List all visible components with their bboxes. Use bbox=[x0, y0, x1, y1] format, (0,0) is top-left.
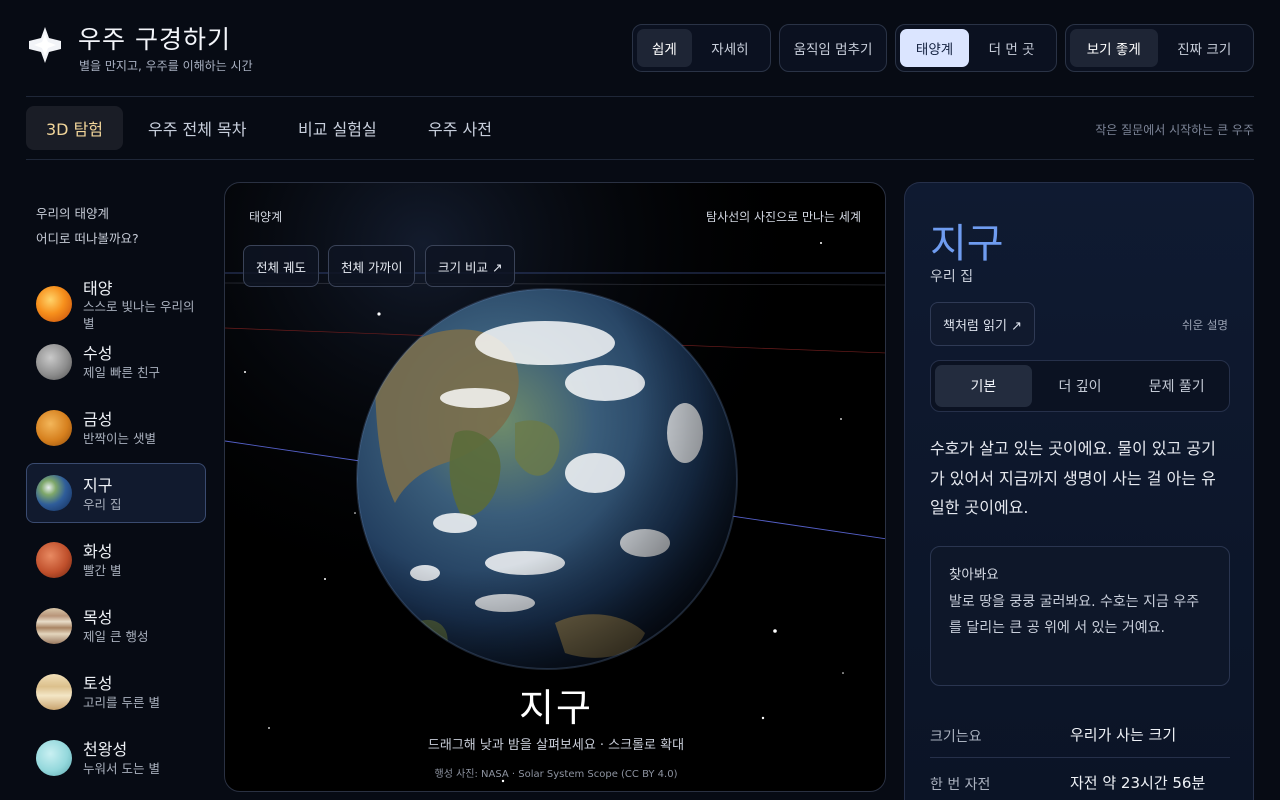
app-subtitle: 별을 만지고, 우주를 이해하는 시간 bbox=[79, 59, 253, 73]
sidebar-item-mars[interactable]: 화성 빨간 별 bbox=[26, 530, 206, 590]
close-up-button[interactable]: 천체 가까이 bbox=[328, 245, 416, 287]
planet-name: 목성 bbox=[83, 608, 113, 627]
full-orbit-button[interactable]: 전체 궤도 bbox=[243, 245, 319, 287]
motion-toggle: 움직임 멈추기 bbox=[779, 24, 887, 72]
scale-nice-button[interactable]: 보기 좋게 bbox=[1070, 29, 1158, 67]
tab-basic[interactable]: 기본 bbox=[935, 365, 1032, 407]
planet-desc: 스스로 빛나는 우리의 별 bbox=[83, 299, 195, 331]
level-detail-button[interactable]: 자세히 bbox=[694, 29, 766, 67]
sidebar-item-sun[interactable]: 태양 스스로 빛나는 우리의 별 bbox=[26, 266, 206, 331]
sidebar-subtitle: 어디로 떠나볼까요? bbox=[36, 231, 139, 246]
planet-name: 금성 bbox=[83, 410, 113, 429]
planet-name: 토성 bbox=[83, 674, 113, 693]
planet-3d-viewer[interactable]: 태양계 탐사선의 사진으로 만나는 세계 전체 궤도 천체 가까이 크기 비교 … bbox=[224, 182, 886, 792]
sidebar-item-venus[interactable]: 금성 반짝이는 샛별 bbox=[26, 398, 206, 458]
info-subtitle: 우리 집 bbox=[930, 269, 974, 285]
planet-info-panel: 지구 우리 집 책처럼 읽기 ↗ 쉬운 설명 기본 더 깊이 문제 풀기 수호가… bbox=[904, 182, 1254, 800]
sidebar-item-uranus[interactable]: 천왕성 누워서 도는 별 bbox=[26, 728, 206, 788]
fact-label: 한 번 자전 bbox=[930, 777, 991, 793]
tab-universe-index[interactable]: 우주 전체 목차 bbox=[128, 106, 267, 150]
tab-3d-explore[interactable]: 3D 탐험 bbox=[26, 106, 124, 150]
header-divider bbox=[26, 96, 1254, 97]
mars-thumbnail-icon bbox=[36, 542, 72, 578]
sidebar-title: 우리의 태양계 bbox=[36, 206, 109, 221]
find-it-box: 찾아봐요 발로 땅을 쿵쿵 굴러봐요. 수호는 지금 우주를 달리는 큰 공 위… bbox=[930, 546, 1230, 686]
fact-value: 우리가 사는 크기 bbox=[1070, 726, 1177, 744]
planet-name: 화성 bbox=[83, 542, 113, 561]
scope-toggle: 태양계 더 먼 곳 bbox=[895, 24, 1057, 72]
size-compare-button[interactable]: 크기 비교 ↗ bbox=[425, 245, 516, 287]
sun-thumbnail-icon bbox=[36, 286, 72, 322]
info-tabs: 기본 더 깊이 문제 풀기 bbox=[930, 360, 1230, 412]
explanation-mode-label: 쉬운 설명 bbox=[1182, 318, 1228, 332]
tab-space-dictionary[interactable]: 우주 사전 bbox=[408, 106, 512, 150]
tab-deeper[interactable]: 더 깊이 bbox=[1032, 365, 1129, 407]
uranus-thumbnail-icon bbox=[36, 740, 72, 776]
viewer-label: 태양계 bbox=[249, 210, 283, 224]
planet-name: 지구 bbox=[83, 476, 113, 495]
planet-desc: 누워서 도는 별 bbox=[83, 761, 160, 776]
sparkle-logo-icon bbox=[29, 27, 61, 63]
planet-desc: 우리 집 bbox=[83, 497, 122, 512]
fact-divider bbox=[930, 757, 1230, 758]
jupiter-thumbnail-icon bbox=[36, 608, 72, 644]
planet-desc: 고리를 두른 별 bbox=[83, 695, 160, 710]
fact-label: 크기는요 bbox=[930, 729, 982, 745]
tab-compare-lab[interactable]: 비교 실험실 bbox=[278, 106, 397, 150]
mercury-thumbnail-icon bbox=[36, 344, 72, 380]
level-toggle: 쉽게 자세히 bbox=[632, 24, 771, 72]
planet-desc: 반짝이는 샛별 bbox=[83, 431, 156, 446]
nav-tagline: 작은 질문에서 시작하는 큰 우주 bbox=[1095, 123, 1254, 137]
sidebar-item-saturn[interactable]: 토성 고리를 두른 별 bbox=[26, 662, 206, 722]
level-easy-button[interactable]: 쉽게 bbox=[637, 29, 692, 67]
planet-name: 수성 bbox=[83, 344, 113, 363]
find-it-text: 발로 땅을 쿵쿵 굴러봐요. 수호는 지금 우주를 달리는 큰 공 위에 서 있… bbox=[949, 594, 1200, 636]
planet-name: 천왕성 bbox=[83, 740, 128, 759]
planet-desc: 제일 큰 행성 bbox=[83, 629, 149, 644]
info-description: 수호가 살고 있는 곳이에요. 물이 있고 공기가 있어서 지금까지 생명이 사… bbox=[930, 439, 1216, 517]
read-as-book-button[interactable]: 책처럼 읽기 ↗ bbox=[930, 302, 1035, 346]
saturn-thumbnail-icon bbox=[36, 674, 72, 710]
nav-divider bbox=[26, 159, 1254, 160]
find-it-title: 찾아봐요 bbox=[949, 567, 999, 583]
earth-thumbnail-icon bbox=[36, 475, 72, 511]
sidebar-item-earth[interactable]: 지구 우리 집 bbox=[26, 463, 206, 523]
scale-toggle: 보기 좋게 진짜 크기 bbox=[1065, 24, 1254, 72]
app-header: 우주 구경하기 별을 만지고, 우주를 이해하는 시간 쉽게 자세히 움직임 멈… bbox=[0, 0, 1280, 96]
viewer-hint: 드래그해 낮과 밤을 살펴보세요 · 스크롤로 확대 bbox=[427, 738, 685, 753]
sidebar-item-jupiter[interactable]: 목성 제일 큰 행성 bbox=[26, 596, 206, 656]
sidebar-item-mercury[interactable]: 수성 제일 빠른 친구 bbox=[26, 332, 206, 392]
app-title: 우주 구경하기 bbox=[78, 25, 231, 54]
planet-name: 태양 bbox=[83, 279, 113, 298]
image-credit: 행성 사진: NASA · Solar System Scope (CC BY … bbox=[434, 769, 678, 780]
info-title: 지구 bbox=[930, 221, 1004, 267]
scope-far-button[interactable]: 더 먼 곳 bbox=[971, 29, 1052, 67]
scale-real-button[interactable]: 진짜 크기 bbox=[1160, 29, 1249, 67]
planet-desc: 빨간 별 bbox=[83, 563, 122, 578]
planet-desc: 제일 빠른 친구 bbox=[83, 365, 160, 380]
fact-value: 자전 약 23시간 56분 bbox=[1070, 774, 1206, 792]
tab-quiz[interactable]: 문제 풀기 bbox=[1128, 365, 1225, 407]
viewer-planet-name: 지구 bbox=[519, 686, 593, 730]
scope-solar-system-button[interactable]: 태양계 bbox=[900, 29, 970, 67]
venus-thumbnail-icon bbox=[36, 410, 72, 446]
viewer-note: 탐사선의 사진으로 만나는 세계 bbox=[706, 210, 861, 224]
stop-motion-button[interactable]: 움직임 멈추기 bbox=[784, 29, 882, 67]
